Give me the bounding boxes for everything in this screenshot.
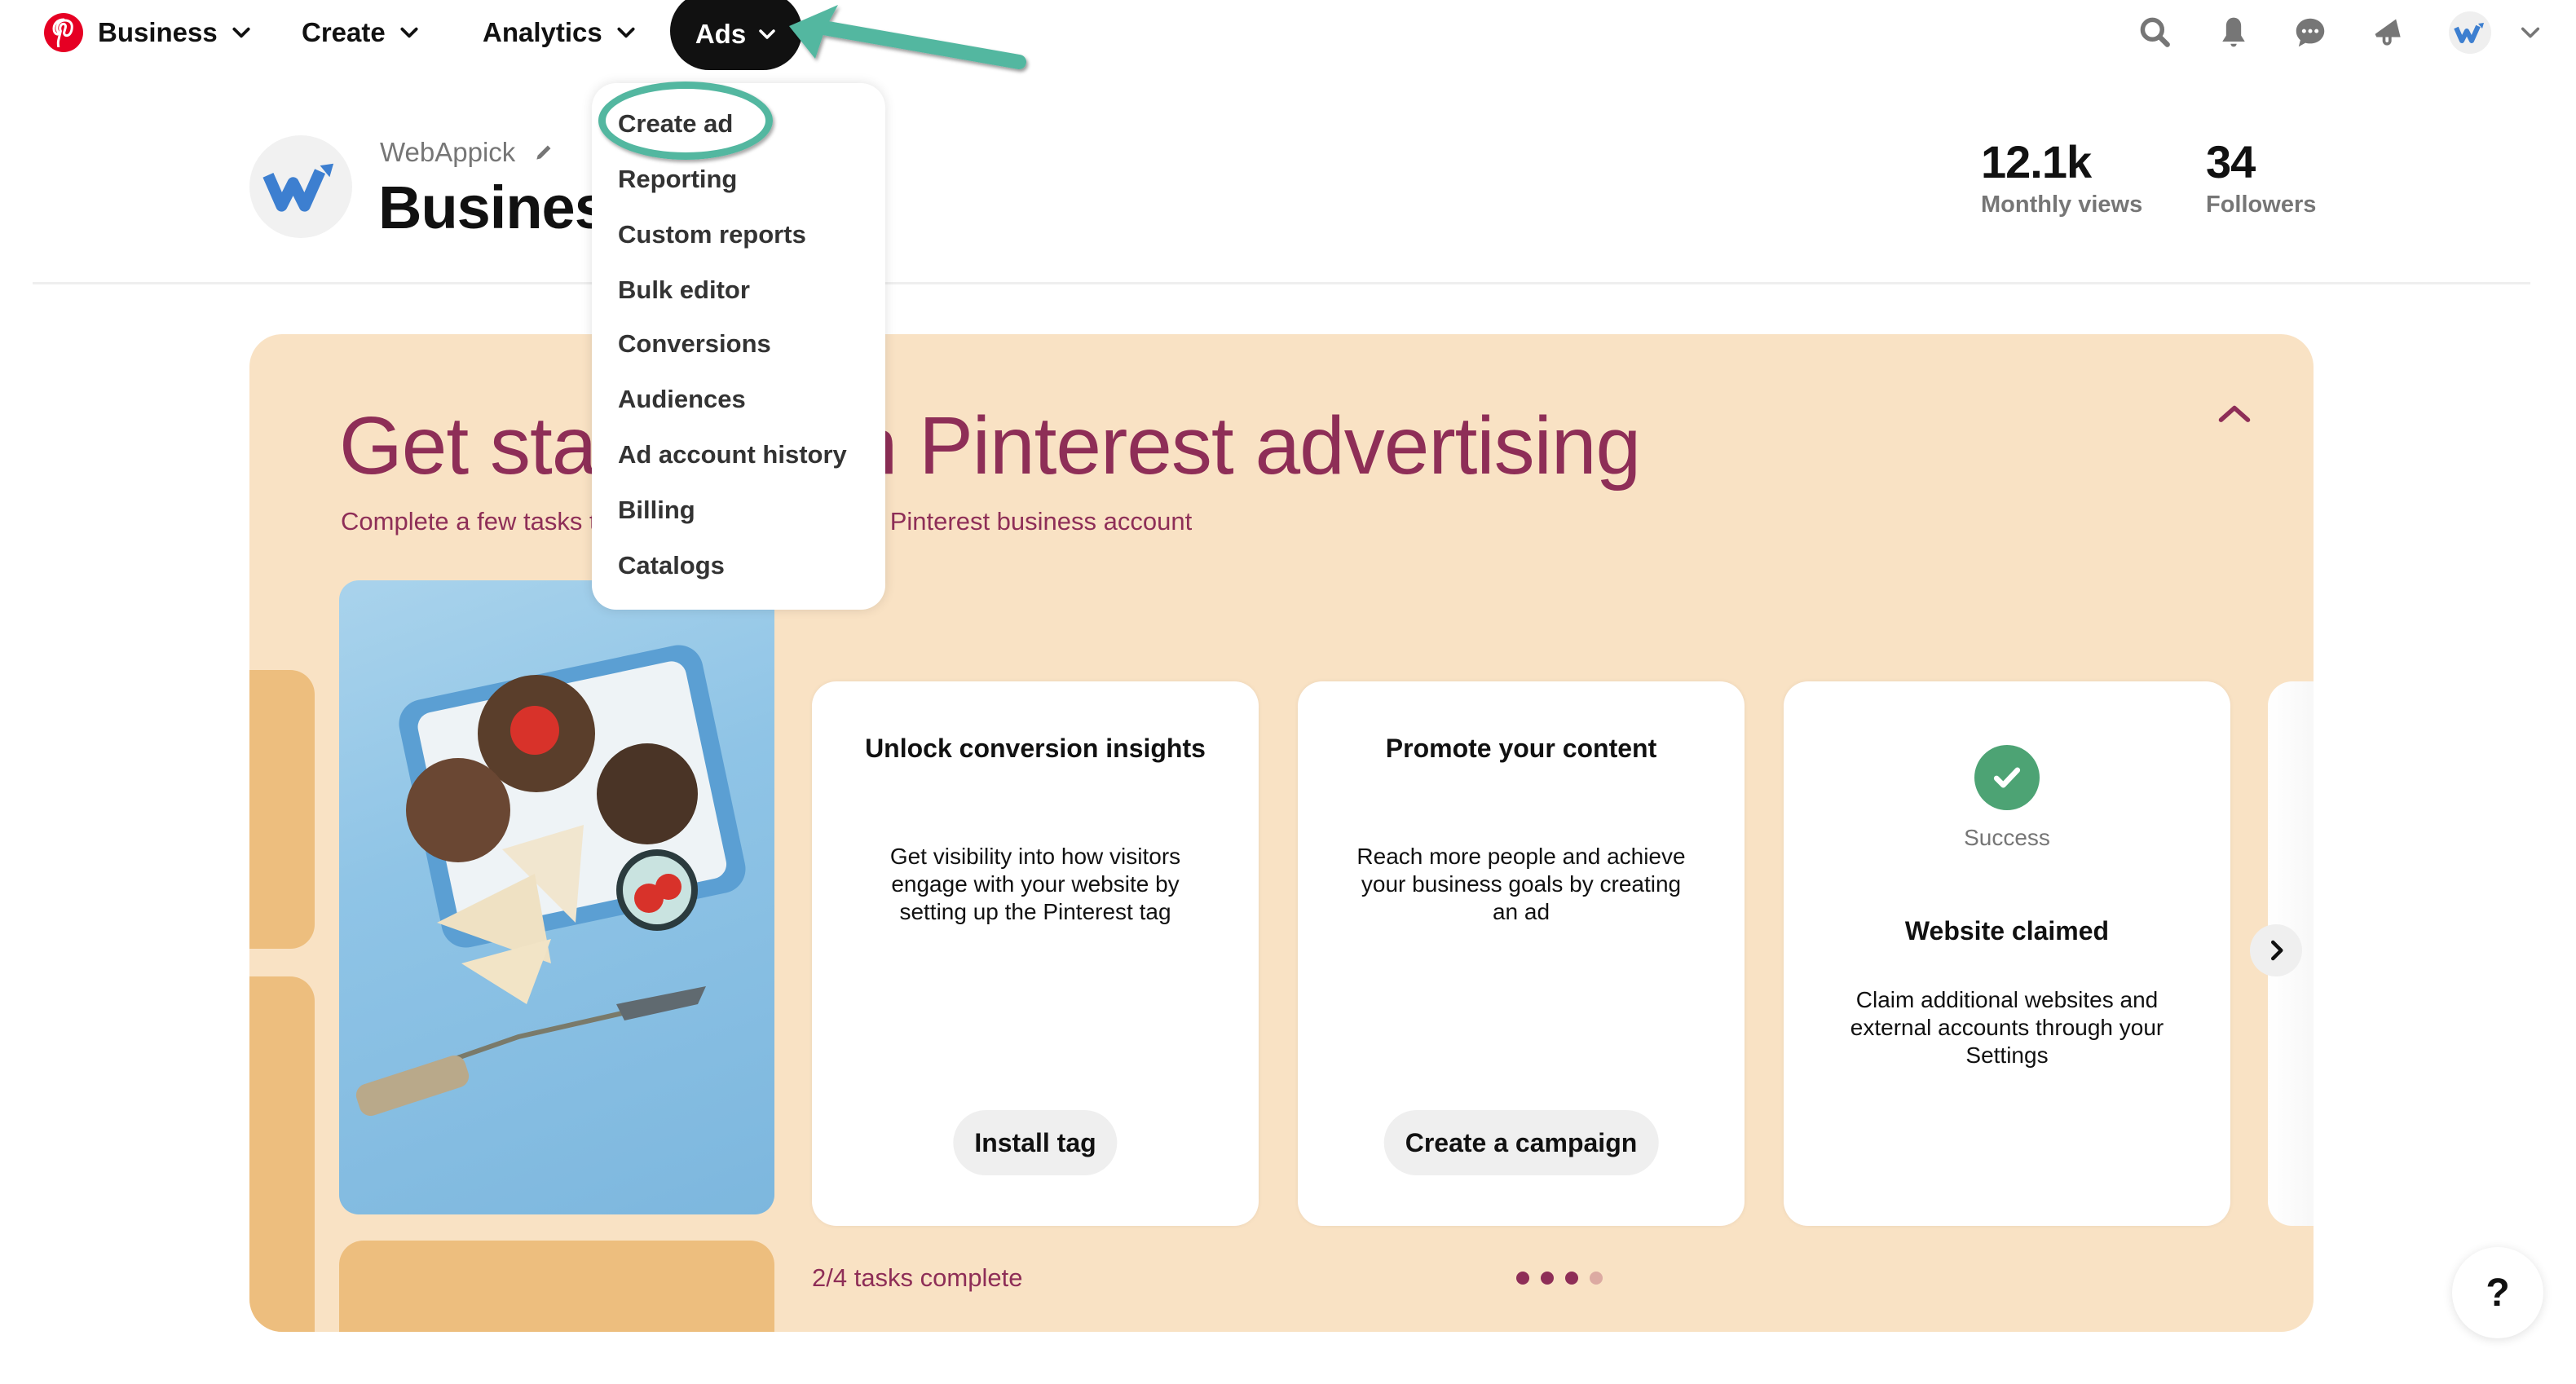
edit-pencil-icon[interactable] (533, 142, 554, 163)
menu-item-ad-account-history[interactable]: Ad account history (618, 440, 847, 469)
check-circle-icon (1974, 745, 2040, 810)
task-card-description: Reach more people and achieve your busin… (1356, 844, 1686, 924)
task-card-conversion-insights: Unlock conversion insights Get visibilit… (812, 681, 1259, 1226)
chevron-down-icon (400, 27, 418, 38)
chevron-down-icon (232, 27, 250, 38)
chat-icon (2296, 18, 2325, 47)
create-campaign-button[interactable]: Create a campaign (1383, 1110, 1659, 1175)
nav-analytics[interactable]: Analytics (483, 0, 637, 65)
pinterest-logo-icon[interactable] (44, 13, 83, 52)
account-avatar[interactable] (2449, 11, 2491, 54)
menu-item-custom-reports[interactable]: Custom reports (618, 220, 806, 249)
task-card-website-claimed: Success Website claimed Claim additional… (1784, 681, 2230, 1226)
header-divider (33, 282, 2530, 284)
banner-title: Get started with Pinterest advertising (339, 400, 1641, 491)
chevron-down-icon (759, 29, 775, 39)
task-card-description: Claim additional websites and external a… (1850, 987, 2164, 1068)
pagination-dot[interactable] (1516, 1272, 1529, 1285)
status-label: Success (1964, 825, 2050, 850)
pagination-dot[interactable] (1541, 1272, 1554, 1285)
menu-item-conversions[interactable]: Conversions (618, 329, 771, 359)
nav-create[interactable]: Create (302, 0, 420, 65)
search-icon (2140, 17, 2170, 47)
food-photo-image (339, 580, 774, 1214)
decorative-block (339, 1241, 774, 1332)
announcements-button[interactable] (2367, 11, 2410, 54)
chevron-down-icon (2521, 27, 2540, 38)
collapse-banner-button[interactable] (2206, 388, 2263, 437)
menu-item-create-ad[interactable]: Create ad (618, 109, 733, 139)
ads-dropdown-menu: Create ad Reporting Custom reports Bulk … (592, 83, 885, 610)
menu-item-reporting[interactable]: Reporting (618, 165, 737, 194)
webappick-logo-icon (2454, 23, 2484, 43)
tasks-progress-text: 2/4 tasks complete (812, 1263, 1023, 1292)
chevron-right-icon (2271, 940, 2283, 961)
carousel-pagination (1516, 1272, 1603, 1285)
decorative-block (249, 976, 315, 1332)
account-menu-button[interactable] (2514, 11, 2547, 54)
search-button[interactable] (2134, 11, 2177, 54)
messages-button[interactable] (2289, 11, 2331, 54)
nav-ads[interactable]: Ads (670, 0, 802, 70)
install-tag-button[interactable]: Install tag (953, 1110, 1118, 1175)
stat-value: 12.1k (1981, 136, 2092, 187)
task-card-promote-content: Promote your content Reach more people a… (1298, 681, 1745, 1226)
pagination-dot[interactable] (1590, 1272, 1603, 1285)
chevron-down-icon (617, 27, 635, 38)
task-card-description: Get visibility into how visitors engage … (889, 844, 1181, 924)
nav-analytics-label: Analytics (483, 17, 602, 47)
decorative-block (249, 670, 315, 949)
stat-monthly-views: 12.1k Monthly views (1981, 135, 2142, 218)
stat-label: Followers (2206, 192, 2317, 218)
profile-name-text: WebAppick (380, 137, 516, 167)
stat-value: 34 (2206, 136, 2256, 187)
menu-item-billing[interactable]: Billing (618, 496, 695, 525)
menu-item-audiences[interactable]: Audiences (618, 385, 746, 414)
bell-icon (2222, 17, 2245, 47)
menu-item-catalogs[interactable]: Catalogs (618, 551, 725, 580)
carousel-next-button[interactable] (2250, 924, 2302, 976)
webappick-logo-icon (262, 163, 334, 212)
stat-followers[interactable]: 34 Followers (2206, 135, 2316, 218)
help-button[interactable]: ? (2452, 1247, 2543, 1338)
stat-label: Monthly views (1981, 192, 2143, 218)
help-icon: ? (2486, 1271, 2510, 1315)
get-started-banner: Get started with Pinterest advertising C… (249, 334, 2314, 1332)
menu-item-bulk-editor[interactable]: Bulk editor (618, 275, 750, 305)
chevron-up-icon (2218, 405, 2251, 422)
task-card-title: Website claimed (1904, 916, 2110, 945)
task-card-title: Unlock conversion insights (865, 734, 1206, 763)
notifications-button[interactable] (2212, 11, 2255, 54)
pagination-dot[interactable] (1565, 1272, 1578, 1285)
annotation-arrow-icon (789, 5, 1026, 69)
nav-business-label: Business (98, 17, 218, 47)
profile-avatar[interactable] (249, 135, 352, 238)
nav-business[interactable]: Business (98, 0, 252, 65)
megaphone-icon (2375, 19, 2401, 46)
nav-ads-label: Ads (695, 19, 747, 49)
profile-name: WebAppick (380, 137, 554, 168)
task-card-title: Promote your content (1385, 734, 1657, 763)
nav-create-label: Create (302, 17, 386, 47)
